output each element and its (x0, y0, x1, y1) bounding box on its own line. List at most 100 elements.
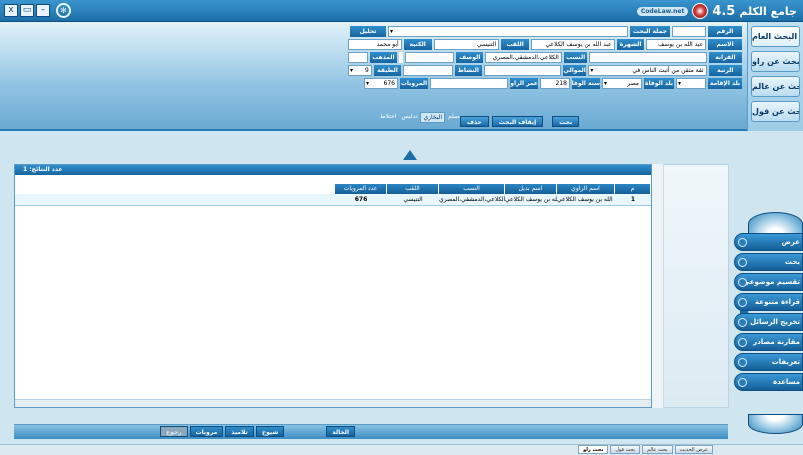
lineage-field[interactable]: الكلاعي،الدمشقي،المصري (485, 52, 562, 63)
app-version: 4.5 (712, 3, 736, 19)
sidebar-item-narrator-search[interactable]: بحث عن راو (751, 51, 800, 72)
death-country-field[interactable]: مصر (602, 78, 642, 89)
tab-status[interactable]: الحالة (326, 426, 356, 437)
results-panel: عدد النتائج: 1 عدد المرويات اللقب النسب … (14, 164, 652, 408)
window-tab-saying[interactable]: بحث قول (610, 445, 641, 454)
allies-label: الموالي (562, 65, 587, 76)
tabaqa-field[interactable]: 9 (347, 65, 372, 76)
results-count-value: 1 (23, 166, 28, 173)
residence-label: بلد الإقامة (708, 78, 742, 89)
tab-tadlis[interactable]: تدليس (399, 112, 419, 123)
bullet-icon (738, 238, 747, 247)
tab-bukhari[interactable]: البخاري (420, 112, 446, 123)
name-label: الاسم (708, 39, 742, 50)
menu-item-readings[interactable]: قراءة متنوعة (734, 293, 803, 311)
menu-item-label: عرض (781, 238, 800, 246)
bullet-icon (738, 278, 747, 287)
fame-field[interactable]: عبد الله بن يوسف الكلاعي (531, 39, 615, 50)
settings-gear-icon[interactable]: ✻ (56, 3, 71, 18)
brand-badge: CodeLaw.net (636, 6, 689, 16)
col-narrator-name[interactable]: اسم الراوي (557, 184, 615, 194)
kunya-field[interactable]: أبو محمد (347, 39, 402, 50)
death-year-label: سنة الوفاة (572, 78, 600, 89)
menu-item-label: مساعدة (772, 378, 800, 386)
table-row[interactable]: 676 التنيسي الكلاعي،الدمشقي،المصري عبد ا… (15, 194, 651, 206)
sidebar-item-general-search[interactable]: البحث العام (751, 26, 800, 47)
menu-item-label: تخريج الرسائل (750, 318, 800, 326)
stop-search-button[interactable]: إيقاف البحث (491, 116, 544, 127)
death-country-label: بلد الوفاة (644, 78, 674, 89)
window-tab-hadith[interactable]: عرض الحديث (674, 445, 713, 454)
horizontal-scrollbar[interactable] (15, 399, 651, 407)
action-buttons: بحث إيقاف البحث حذف (460, 116, 580, 127)
collapse-arrow-icon[interactable] (403, 150, 417, 160)
desc-field[interactable] (405, 52, 455, 63)
menu-item-takhrij[interactable]: تخريج الرسائل (734, 313, 803, 331)
col-alt-name[interactable]: اسم بديل (505, 184, 557, 194)
maximize-icon[interactable]: ▭ (20, 4, 34, 17)
tab-ikhtilat[interactable]: اختلاط (378, 112, 398, 123)
search-button[interactable]: بحث (552, 116, 580, 127)
menu-item-topical[interactable]: تقسيم موضوعي (734, 273, 803, 291)
phrase-label: جملة البحث (630, 26, 670, 37)
app-title-text: جامع الكلم (739, 4, 797, 18)
narrations-field[interactable]: 676 (364, 78, 398, 89)
row-spacer (15, 194, 335, 205)
col-narrations-count[interactable]: عدد المرويات (335, 184, 387, 194)
form-row-5: بلد الإقامة بلد الوفاة مصر سنة الوفاة 21… (348, 78, 742, 89)
relation-label: القرابة (708, 52, 742, 63)
col-title[interactable]: اللقب (387, 184, 439, 194)
bullet-icon (738, 358, 747, 367)
delete-button[interactable]: حذف (460, 116, 489, 127)
tab-sheikhs[interactable]: شيوخ (255, 426, 285, 437)
main-menu: عرض بحث تقسيم موضوعي قراءة متنوعة تخريج … (734, 233, 803, 393)
allies-field[interactable] (484, 65, 561, 76)
back-button[interactable]: رجوع (160, 426, 188, 437)
col-index[interactable]: م (615, 184, 651, 194)
tabaqa-label: الطبقة (373, 65, 402, 76)
phrase-field[interactable] (388, 26, 628, 37)
cell-title: التنيسي (403, 196, 423, 203)
number-label: الرقم (708, 26, 742, 37)
tab-narrations[interactable]: مرويات (189, 426, 224, 437)
cell-name: عبد الله بن يوسف الكلاعي (557, 196, 615, 203)
menu-item-label: تعريفات (771, 358, 800, 366)
title-field[interactable]: التنيسي (433, 39, 500, 50)
menu-item-help[interactable]: مساعدة (734, 373, 803, 391)
age-field[interactable] (430, 78, 508, 89)
col-lineage[interactable]: النسب (439, 184, 505, 194)
relation-field[interactable] (589, 52, 707, 63)
activity-field[interactable] (403, 65, 453, 76)
rank-field[interactable]: ثقة متقن من أثبت الناس في (588, 65, 707, 76)
death-year-field[interactable]: 218 (540, 78, 570, 89)
window-tab-scholar[interactable]: بحث عالم (642, 445, 673, 454)
menu-item-compare[interactable]: مقارنة مصادر (734, 333, 803, 351)
menu-item-definitions[interactable]: تعريفات (734, 353, 803, 371)
vertical-scrollbar[interactable] (652, 164, 664, 408)
minimize-icon[interactable]: – (36, 4, 50, 17)
fame-label: الشهرة (616, 39, 645, 50)
cell-lineage: الكلاعي،الدمشقي،المصري (439, 196, 505, 203)
menu-item-search[interactable]: بحث (734, 253, 803, 271)
window-tab-narrator[interactable]: بحث راو (578, 445, 609, 454)
window-controls: x ▭ – (4, 4, 50, 17)
residence-field[interactable] (676, 78, 706, 89)
close-icon[interactable]: x (4, 4, 18, 17)
cell-alt-name: عبد الله بن يوسف الكلاعي (505, 196, 557, 203)
sidebar-item-scholar-search[interactable]: بحث عن عالم (751, 76, 800, 97)
form-row-3: القرابة النسب الكلاعي،الدمشقي،المصري الو… (348, 52, 742, 63)
number-field[interactable] (672, 26, 706, 37)
menu-item-label: بحث (784, 258, 800, 266)
name-field[interactable]: عبد الله بن يوسف (646, 39, 707, 50)
header-spacer (15, 184, 335, 194)
bullet-icon (738, 318, 747, 327)
form-row-2: الاسم عبد الله بن يوسف الشهرة عبد الله ب… (347, 39, 742, 50)
search-panel: الرقم جملة البحث تحليل الاسم عبد الله بن… (0, 22, 747, 131)
sidebar-item-saying-search[interactable]: بحث عن قول (751, 101, 800, 122)
madhhab-field[interactable] (348, 52, 368, 63)
analyze-button[interactable]: تحليل (350, 26, 386, 37)
cell-count: 676 (354, 196, 368, 203)
lineage-label: النسب (563, 52, 588, 63)
tab-students[interactable]: تلاميذ (225, 426, 254, 437)
menu-item-view[interactable]: عرض (734, 233, 803, 251)
